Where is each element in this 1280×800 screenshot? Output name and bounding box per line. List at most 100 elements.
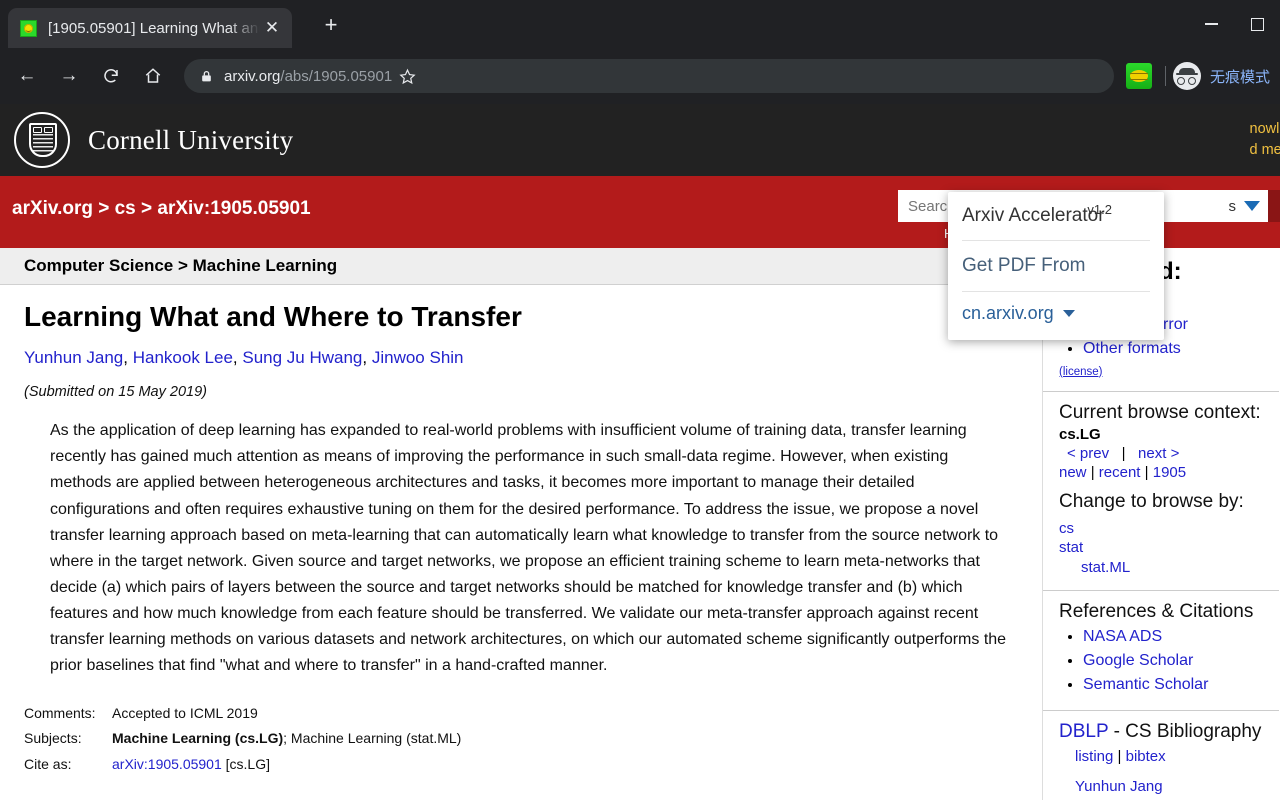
minimize-button[interactable] [1188, 0, 1234, 48]
dblp-author-list: Yunhun Jang Hankook Lee [1075, 776, 1279, 800]
cite-label: Cite as: [24, 755, 72, 772]
list-item: Semantic Scholar [1083, 673, 1279, 696]
browse-by-stat[interactable]: stat [1059, 538, 1279, 558]
list-item: Other formats [1083, 337, 1279, 360]
chevron-down-icon [1062, 310, 1075, 317]
search-button[interactable]: Sea [1268, 190, 1280, 222]
popup-header: Arxiv Accelerator v1.2 [948, 192, 1164, 240]
references-heading: References & Citations [1059, 600, 1254, 622]
dblp-box: DBLP - CS Bibliography listing | bibtex … [1043, 711, 1279, 800]
author-link[interactable]: Jinwoo Shin [372, 348, 464, 367]
recent-link[interactable]: recent [1099, 464, 1141, 481]
comments-value: Accepted to ICML 2019 [112, 705, 258, 722]
breadcrumb[interactable]: arXiv.org > cs > arXiv:1905.05901 [12, 198, 311, 220]
lock-icon [200, 70, 213, 83]
cite-link[interactable]: arXiv:1905.05901 [112, 756, 222, 772]
reload-icon[interactable] [94, 59, 128, 93]
browse-by-stat-ml[interactable]: stat.ML [1081, 558, 1279, 578]
close-tab-icon[interactable]: ✕ [260, 16, 284, 40]
incognito-icon [1172, 62, 1201, 90]
nav-separator: | [1121, 444, 1126, 462]
author-link[interactable]: Hankook Lee [133, 348, 233, 367]
dblp-heading: DBLP - CS Bibliography [1059, 721, 1279, 743]
browse-context-heading: Current browse context: [1059, 401, 1261, 423]
arxiv-accelerator-extension-icon[interactable] [1125, 63, 1152, 89]
license-link[interactable]: (license) [1059, 366, 1102, 378]
cornell-university-label: Cornell University [88, 124, 294, 155]
semantic-scholar-link[interactable]: Semantic Scholar [1083, 676, 1208, 693]
google-scholar-link[interactable]: Google Scholar [1083, 652, 1193, 669]
support-line-2: d member institut [1249, 142, 1280, 158]
url-text: arxiv.org/abs/1905.05901 [224, 68, 392, 85]
browse-context-box: Current browse context: cs.LG < prev | n… [1043, 392, 1279, 591]
home-icon[interactable] [136, 59, 170, 93]
search-scope-select[interactable]: s [1168, 190, 1268, 222]
metadata-row-cite: Cite as: arXiv:1905.05901 [cs.LG] [24, 754, 1042, 774]
browser-toolbar: ← → arxiv.org/abs/1905.05901 无痕模式 [0, 48, 1280, 104]
dblp-link[interactable]: DBLP [1059, 721, 1108, 742]
tab-title: [1905.05901] Learning What and Where to … [48, 19, 260, 37]
change-browse-heading: Change to browse by: [1059, 490, 1244, 512]
address-bar[interactable]: arxiv.org/abs/1905.05901 [184, 59, 1114, 93]
dblp-bibtex-link[interactable]: bibtex [1126, 748, 1166, 765]
dblp-listing-link[interactable]: listing [1075, 748, 1113, 765]
browser-tab[interactable]: [1905.05901] Learning What and Where to … [8, 8, 292, 48]
incognito-label: 无痕模式 [1209, 68, 1270, 86]
browse-quick-links: new | recent | 1905 [1059, 464, 1279, 481]
metadata-row-comments: Comments: Accepted to ICML 2019 [24, 703, 1042, 723]
nasa-ads-link[interactable]: NASA ADS [1083, 628, 1162, 645]
subjects-primary: Machine Learning (cs.LG) [112, 730, 284, 747]
bookmark-star-icon[interactable] [392, 68, 422, 85]
references-links: NASA ADS Google Scholar Semantic Scholar [1083, 625, 1279, 697]
forward-icon[interactable]: → [52, 59, 86, 93]
back-icon[interactable]: ← [10, 59, 44, 93]
comments-label: Comments: [24, 705, 96, 722]
popup-section-label: Get PDF From [962, 255, 1086, 276]
list-item: Google Scholar [1083, 649, 1279, 672]
tab-strip: [1905.05901] Learning What and Where to … [0, 0, 1280, 48]
cornell-seal-icon [14, 112, 70, 168]
pdf-mirror-value: cn.arxiv.org [962, 303, 1054, 323]
metadata-row-subjects: Subjects: Machine Learning (cs.LG); Mach… [24, 728, 1042, 748]
popup-version: v1.2 [1087, 202, 1112, 217]
download-other-formats-link[interactable]: Other formats [1083, 340, 1181, 357]
window-controls [1188, 0, 1280, 48]
nav-separator: | [1090, 463, 1095, 481]
maximize-button[interactable] [1234, 0, 1280, 48]
page-title: Learning What and Where to Transfer [24, 301, 522, 332]
prev-link[interactable]: < prev [1067, 445, 1109, 462]
month-link[interactable]: 1905 [1153, 464, 1186, 481]
change-browse-list: cs stat stat.ML [1059, 519, 1279, 578]
author-link[interactable]: Sung Ju Hwang [242, 348, 362, 367]
cornell-support-text: nowledge support d member institut [1250, 119, 1280, 161]
cornell-header: Cornell University nowledge support d me… [0, 104, 1280, 176]
nav-separator: | [1117, 747, 1122, 765]
browser-chrome: [1905.05901] Learning What and Where to … [0, 0, 1280, 104]
dblp-sublinks: listing | bibtex [1075, 746, 1279, 769]
paper-main-column: Computer Science > Machine Learning Lear… [0, 248, 1043, 800]
browse-by-cs[interactable]: cs [1059, 519, 1279, 539]
url-domain: arxiv.org [224, 67, 281, 85]
cornell-brand[interactable]: Cornell University [14, 112, 293, 168]
browser-window: [1905.05901] Learning What and Where to … [0, 0, 1280, 800]
browse-context-code: cs.LG [1059, 425, 1101, 443]
url-path: /abs/1905.05901 [280, 67, 393, 85]
dblp-heading-rest: - CS Bibliography [1108, 720, 1262, 742]
author-list: Yunhun Jang, Hankook Lee, Sung Ju Hwang,… [24, 348, 464, 368]
author-link[interactable]: Yunhun Jang [24, 348, 123, 367]
subjects-value: Machine Learning (cs.LG); Machine Learni… [112, 728, 461, 748]
search-scope-value: s [1228, 197, 1237, 215]
new-link[interactable]: new [1059, 464, 1087, 481]
incognito-indicator[interactable]: 无痕模式 [1172, 62, 1270, 90]
cite-value: arXiv:1905.05901 [cs.LG] [112, 754, 270, 774]
popup-title: Arxiv Accelerator [962, 205, 1105, 226]
page-viewport: Cornell University nowledge support d me… [0, 104, 1280, 800]
new-tab-button[interactable]: + [318, 14, 344, 36]
support-line-1: nowledge support [1249, 120, 1280, 137]
references-box: References & Citations NASA ADS Google S… [1043, 591, 1279, 711]
next-link[interactable]: next > [1138, 445, 1179, 462]
subjects-label: Subjects: [24, 730, 82, 747]
pdf-mirror-dropdown[interactable]: cn.arxiv.org [948, 292, 1164, 340]
favicon-icon [20, 19, 37, 37]
dblp-author-link[interactable]: Yunhun Jang [1075, 776, 1279, 798]
